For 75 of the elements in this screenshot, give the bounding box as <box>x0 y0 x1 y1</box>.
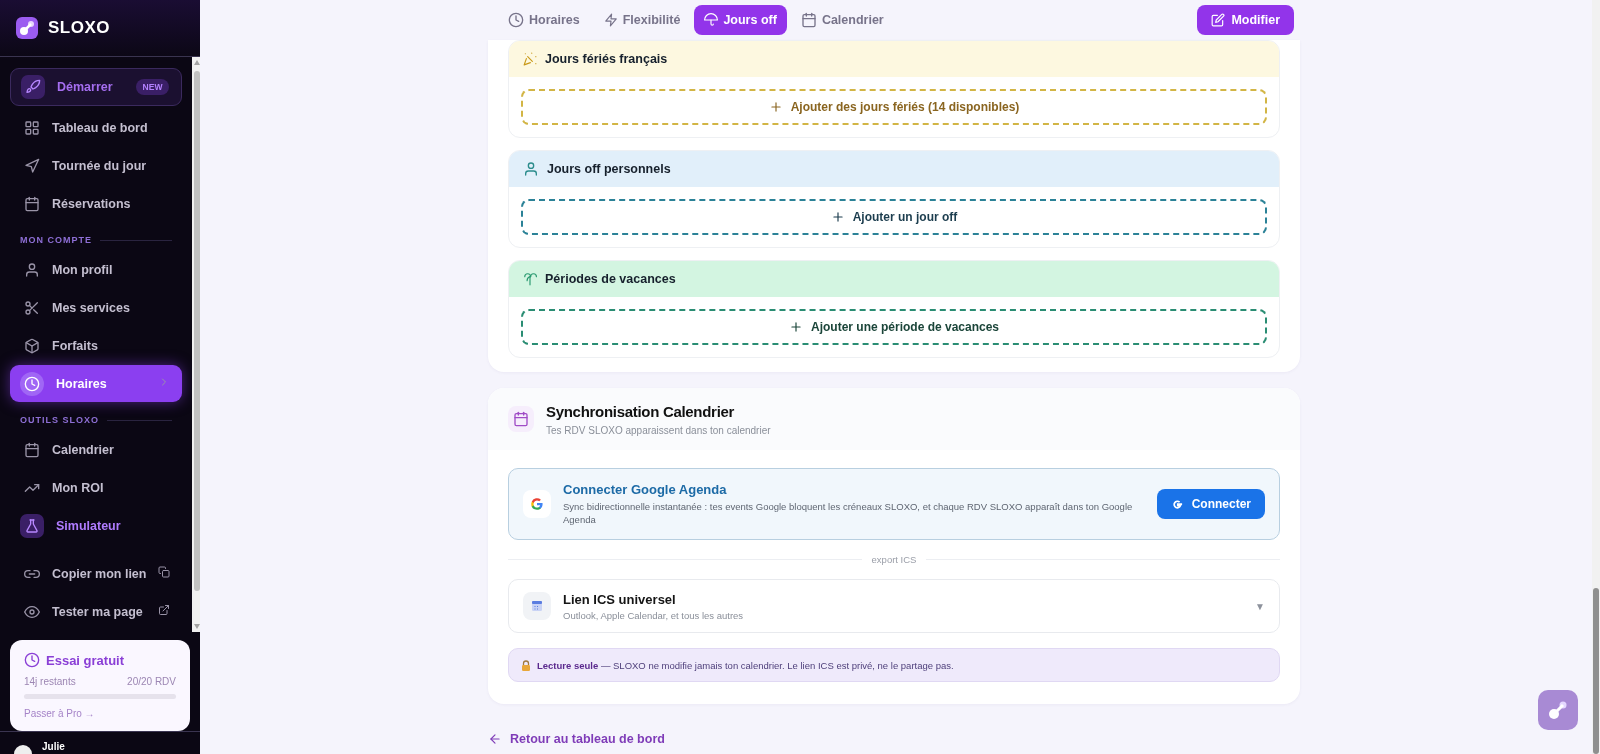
panel-subtitle: Outlook, Apple Calendar, et tous les autres <box>563 609 745 621</box>
package-icon <box>24 337 40 354</box>
panel-title: Lien ICS universel <box>563 591 677 607</box>
sidebar-item[interactable]: Horaires <box>10 365 183 402</box>
trial-title: Essai gratuit <box>46 652 125 668</box>
palm-tree-icon <box>523 272 537 286</box>
sidebar-item[interactable]: Simulateur <box>10 507 183 544</box>
calendar-icon <box>513 411 529 427</box>
sidebar-item[interactable]: Tournée du jour <box>10 147 183 184</box>
sidebar-item[interactable]: Copier mon lien <box>10 555 183 592</box>
padlock-icon <box>521 659 531 671</box>
tab[interactable]: Horaires <box>498 5 590 35</box>
copy-icon <box>158 566 171 578</box>
sidebar-item[interactable]: Calendrier <box>10 431 183 468</box>
user-icon <box>24 261 40 278</box>
scrollbar[interactable] <box>192 57 200 632</box>
tab[interactable]: Flexibilité <box>593 5 691 35</box>
sidebar-item[interactable]: Tableau de bord <box>10 109 183 146</box>
brand-name: SLOXO <box>48 18 110 38</box>
umbrella-icon <box>704 13 719 27</box>
notice-text: Lecture seule — SLOXO ne modifie jamais ton calendrier. Le lien ICS est privé, ne le partage pas. <box>537 659 954 671</box>
calendar-icon <box>24 441 40 458</box>
tab[interactable]: Calendrier <box>790 5 894 35</box>
booking-count: 20/20 RDV <box>127 676 176 687</box>
panel-title: Connecter Google Agenda <box>563 481 728 497</box>
lightning-icon <box>603 13 618 27</box>
divider-label: export ICS <box>871 554 917 565</box>
add-button[interactable]: Ajouter un jour off <box>521 199 1267 235</box>
calendar-icon <box>800 12 817 28</box>
sidebar-item[interactable]: Mon profil <box>10 251 183 288</box>
navigation-arrow-icon <box>24 157 40 174</box>
new-badge: NEW <box>135 79 170 95</box>
connect-button[interactable]: Connecter <box>1156 489 1265 519</box>
section-title: Jours off personnels <box>547 162 671 176</box>
calendar-icon <box>530 599 544 613</box>
ics-link-panel[interactable]: Lien ICS universel Outlook, Apple Calendar, et tous les autres ▼ <box>508 579 1280 633</box>
section-title: Périodes de vacances <box>545 272 676 286</box>
sidebar-item[interactable]: Réservations <box>10 185 183 222</box>
edit-icon <box>1211 13 1226 27</box>
clock-icon <box>24 375 40 392</box>
user-name: Julie <box>42 741 65 752</box>
user-icon <box>523 161 539 177</box>
sidebar-item[interactable]: Mon ROI <box>10 469 183 506</box>
section-title: Jours fériés français <box>545 52 668 66</box>
clock-icon <box>24 652 40 668</box>
add-button[interactable]: Ajouter des jours fériés (14 disponibles) <box>521 89 1267 125</box>
clock-icon <box>508 12 524 28</box>
plus-icon <box>788 320 803 334</box>
plus-icon <box>768 100 783 114</box>
sidebar-item[interactable]: Démarrer NEW <box>10 68 183 106</box>
grid-icon <box>24 119 40 136</box>
sidebar-item[interactable]: Forfaits <box>10 327 183 364</box>
calendar-icon <box>24 195 40 212</box>
scissors-icon <box>24 299 40 316</box>
tab[interactable]: Jours off <box>694 5 787 35</box>
card-title: Synchronisation Calendrier <box>546 402 736 420</box>
flask-icon <box>24 517 40 534</box>
scrollbar[interactable] <box>1592 0 1600 754</box>
back-link[interactable]: Retour au tableau de bord <box>510 732 665 746</box>
eye-icon <box>24 603 40 620</box>
edit-button[interactable]: Modifier <box>1197 5 1294 35</box>
add-button[interactable]: Ajouter une période de vacances <box>521 309 1267 345</box>
sidebar-item[interactable]: Mes services <box>10 289 183 326</box>
party-popper-icon <box>523 52 537 66</box>
section-heading: MON COMPTE <box>20 235 92 245</box>
days-remaining: 14j restants <box>24 676 76 687</box>
g-logo-icon <box>530 497 544 511</box>
sidebar-item[interactable]: Tester ma page <box>10 593 183 630</box>
external-link-icon <box>158 604 171 616</box>
panel-description: Sync bidirectionnelle instantanée : tes events Google bloquent les créneaux SLOXO, et chaque RDV SLOXO apparaît dans ton Google Agenda <box>563 499 1134 527</box>
logo-icon <box>16 17 38 39</box>
card-subtitle: Tes RDV SLOXO apparaissent dans ton calendrier <box>546 424 771 436</box>
plus-icon <box>830 210 845 224</box>
section-heading: OUTILS SLOXO <box>20 415 99 425</box>
floating-app-button[interactable] <box>1538 690 1578 730</box>
